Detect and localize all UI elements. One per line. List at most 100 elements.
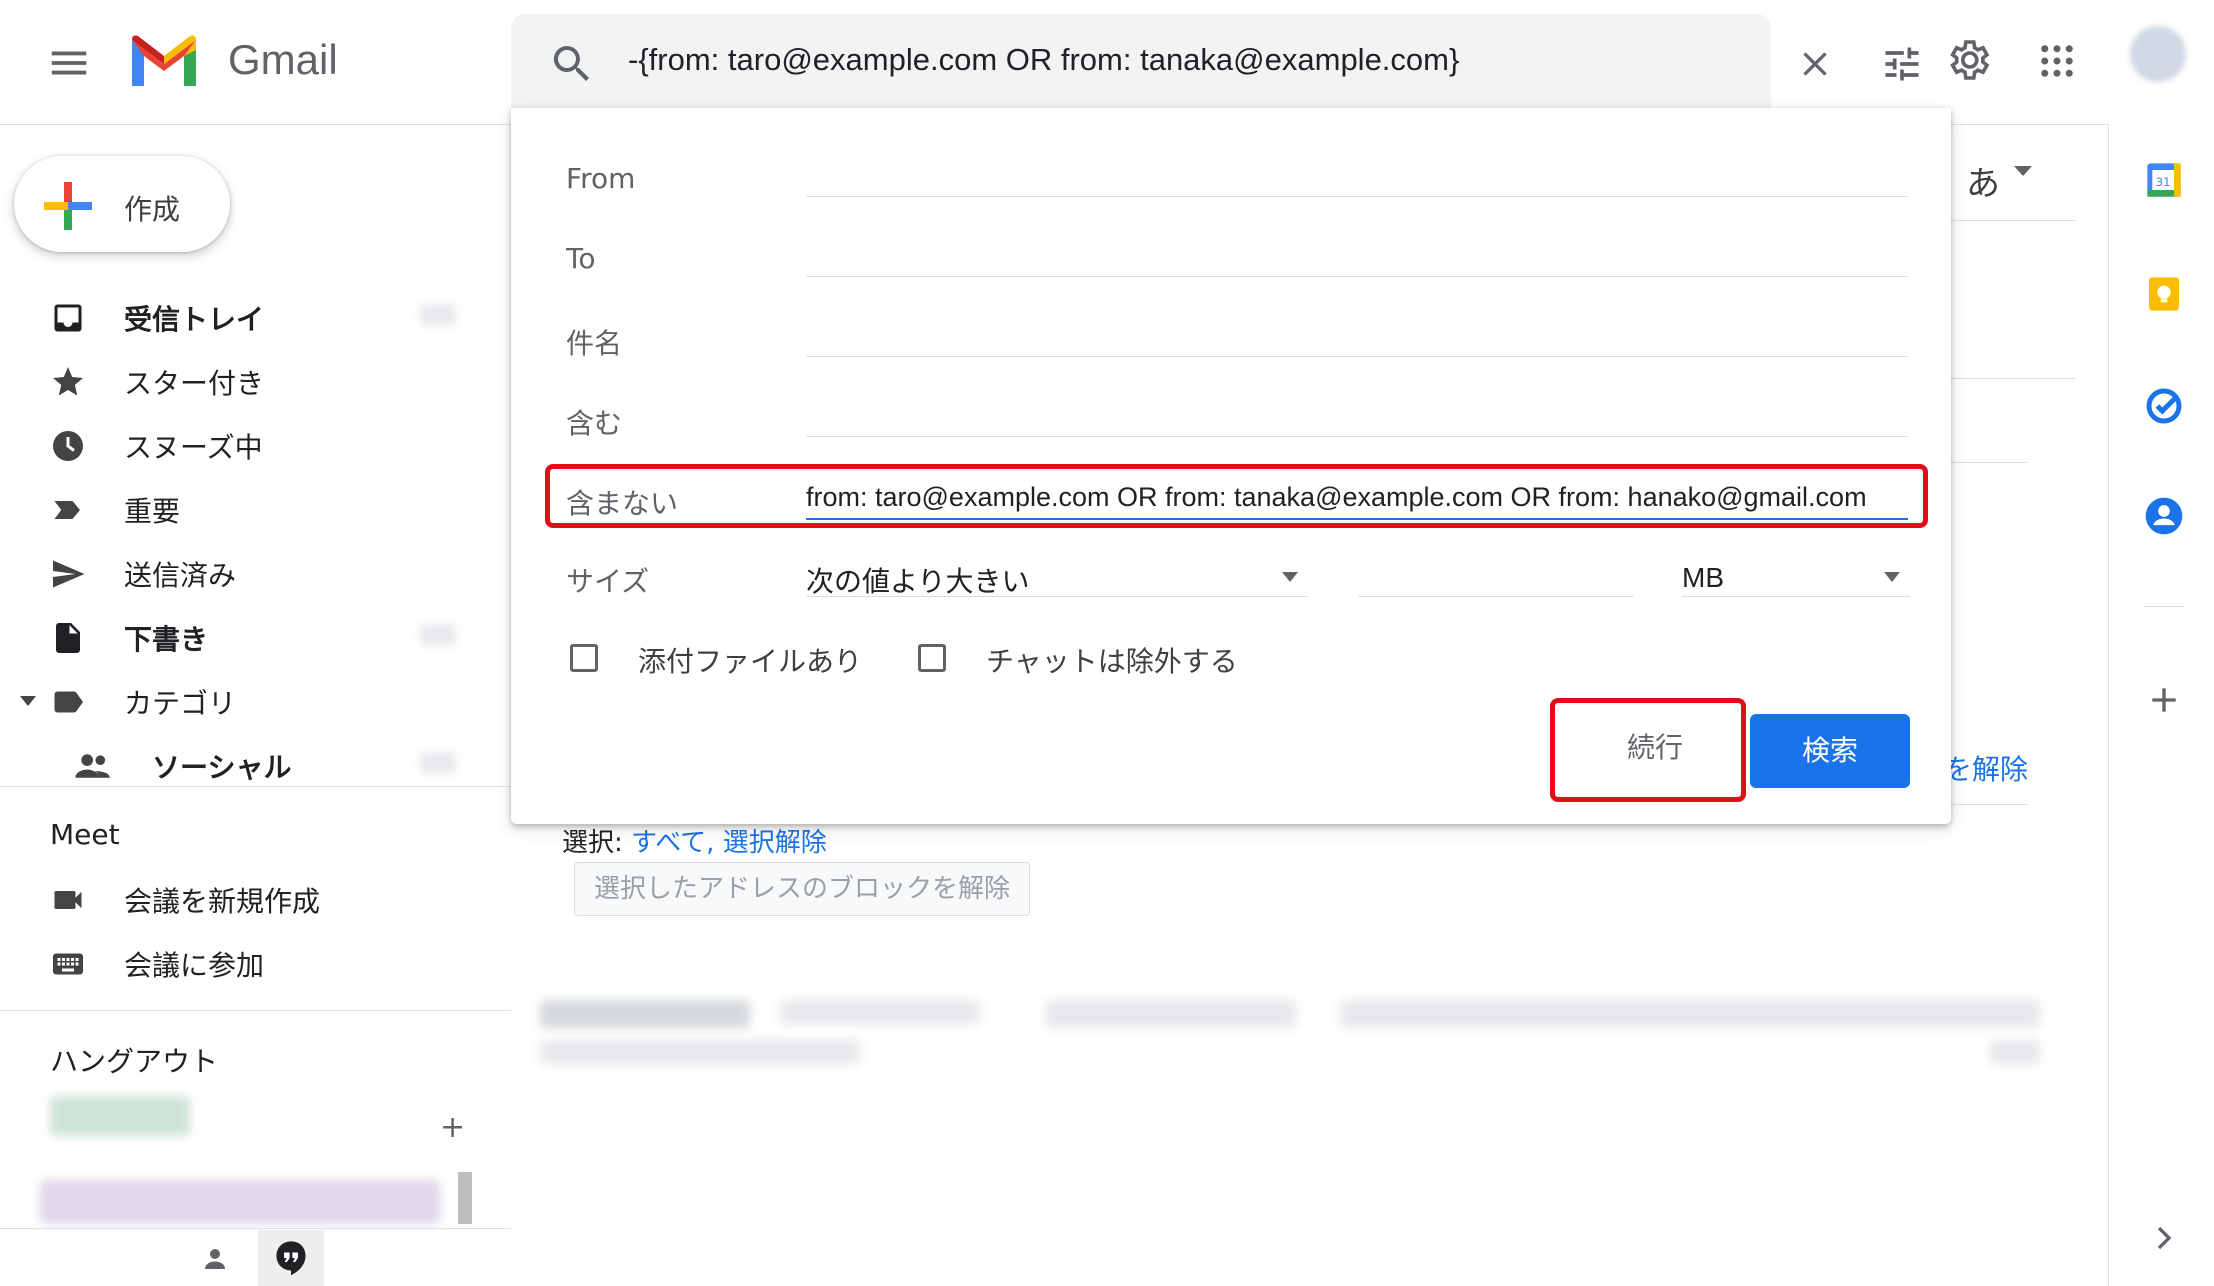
contacts-icon[interactable]: [2144, 496, 2184, 536]
side-panel-divider: [2144, 606, 2184, 607]
size-value-input[interactable]: [1358, 596, 1634, 597]
size-unit-select[interactable]: MB: [1682, 562, 1724, 594]
sidebar-item-label: ソーシャル: [152, 751, 292, 784]
sidebar-item-categories[interactable]: カテゴリ: [0, 670, 500, 730]
from-input[interactable]: [806, 196, 1908, 197]
sidebar-item-join-meeting[interactable]: 会議に参加: [0, 932, 500, 992]
select-all-link[interactable]: すべて, 選択解除: [631, 828, 827, 858]
add-addon-plus-icon[interactable]: [2144, 680, 2184, 720]
blocked-address-row: [1046, 1000, 1296, 1028]
sidebar-item-label: スター付き: [124, 367, 265, 400]
video-camera-icon: [50, 882, 86, 918]
blocked-address-row: [1990, 1040, 2040, 1064]
sidebar-item-label: 下書き: [124, 623, 209, 656]
clear-search-icon[interactable]: [1795, 44, 1835, 84]
sidebar-item-label: カテゴリ: [124, 687, 237, 720]
has-attachment-checkbox[interactable]: [570, 644, 598, 672]
meet-section-title: Meet: [50, 818, 120, 851]
hangouts-contact[interactable]: [50, 1096, 190, 1136]
to-label: To: [566, 242, 596, 275]
sidebar-item-label: 送信済み: [124, 559, 237, 592]
sidebar-item-label: 会議に参加: [124, 949, 265, 982]
label-icon: [50, 684, 86, 720]
input-tools-button[interactable]: あ: [1966, 156, 2000, 205]
subject-input[interactable]: [806, 356, 1908, 357]
selection-row: 選択: すべて, 選択解除: [562, 822, 827, 859]
people-icon: [74, 748, 110, 784]
settings-gear-icon[interactable]: [1944, 36, 1992, 84]
inbox-icon: [50, 300, 86, 336]
expand-caret-icon[interactable]: [20, 696, 36, 706]
sidebar-item-starred[interactable]: スター付き: [0, 350, 500, 410]
draft-count: [420, 624, 456, 646]
sidebar-item-label: 受信トレイ: [124, 303, 265, 336]
select-prefix: 選択:: [562, 828, 632, 858]
exclude-chats-checkbox[interactable]: [918, 644, 946, 672]
sidebar-item-label: スヌーズ中: [124, 431, 263, 464]
content-divider: [1950, 462, 2028, 463]
hangouts-quote-icon: [274, 1240, 308, 1276]
sidebar-divider: [0, 1228, 511, 1229]
sidebar-item-label: 会議を新規作成: [124, 885, 321, 918]
social-count: [420, 752, 456, 774]
sidebar-item-new-meeting[interactable]: 会議を新規作成: [0, 868, 500, 928]
size-operator-select[interactable]: 次の値より大きい: [806, 560, 1029, 600]
size-unit-underline: [1682, 596, 1910, 597]
unblock-link[interactable]: を解除: [1944, 748, 2028, 788]
search-button[interactable]: 検索: [1750, 714, 1910, 788]
chevron-down-icon: [1280, 572, 1300, 584]
sidebar-item-snoozed[interactable]: スヌーズ中: [0, 414, 500, 474]
keep-icon[interactable]: [2144, 274, 2184, 314]
blocked-address-row: [540, 1040, 860, 1064]
size-label: サイズ: [566, 565, 650, 598]
to-input[interactable]: [806, 276, 1908, 277]
search-icon[interactable]: [548, 40, 596, 88]
sidebar-item-drafts[interactable]: 下書き: [0, 606, 500, 666]
search-options-icon[interactable]: [1880, 42, 1924, 86]
search-input[interactable]: -{from: taro@example.com OR from: tanaka…: [628, 42, 1459, 78]
important-label-icon: [50, 492, 86, 528]
gmail-logo-text: Gmail: [228, 36, 338, 83]
hangouts-contact[interactable]: [40, 1180, 440, 1224]
gmail-logo-icon[interactable]: [126, 30, 202, 90]
unread-count: [420, 304, 456, 326]
content-divider: [1950, 378, 2076, 379]
hangouts-tab[interactable]: [258, 1230, 324, 1286]
continue-button-highlight: [1550, 698, 1746, 802]
sidebar-item-social[interactable]: ソーシャル: [0, 734, 500, 794]
contacts-person-icon[interactable]: [200, 1244, 230, 1274]
exclude-chats-label: チャットは除外する: [986, 645, 1238, 678]
has-words-input[interactable]: [806, 436, 1908, 437]
sidebar-item-label: 重要: [124, 495, 181, 528]
from-label: From: [566, 162, 636, 195]
keyboard-icon: [50, 946, 86, 982]
blocked-address-row: [780, 1000, 980, 1024]
tasks-icon[interactable]: [2144, 386, 2184, 426]
main-menu-icon[interactable]: [46, 40, 92, 86]
account-avatar[interactable]: [2130, 26, 2186, 82]
sidebar-item-sent[interactable]: 送信済み: [0, 542, 500, 602]
sidebar-item-inbox[interactable]: 受信トレイ: [0, 286, 500, 346]
blocked-address-row: [1340, 1000, 2040, 1028]
sidebar-item-important[interactable]: 重要: [0, 478, 500, 538]
hangouts-section-title: ハングアウト: [50, 1045, 219, 1078]
hangouts-add-icon[interactable]: +: [440, 1110, 465, 1145]
content-divider: [1950, 804, 2028, 805]
blocked-address-row: [540, 1000, 750, 1028]
size-operator-underline: [806, 596, 1308, 597]
star-icon: [50, 364, 86, 400]
sidebar-divider: [0, 786, 511, 787]
svg-text:31: 31: [2156, 175, 2171, 189]
chevron-right-icon[interactable]: [2144, 1218, 2184, 1258]
hangouts-scrollbar[interactable]: [458, 1172, 472, 1224]
sidebar-divider: [0, 1010, 511, 1011]
subject-label: 件名: [566, 327, 623, 360]
calendar-icon[interactable]: 31: [2144, 160, 2184, 200]
unblock-selected-button[interactable]: 選択したアドレスのブロックを解除: [574, 862, 1030, 916]
compose-label: 作成: [124, 193, 181, 226]
content-divider: [1950, 220, 2076, 221]
draft-file-icon: [50, 620, 86, 656]
compose-plus-icon: [42, 180, 94, 232]
google-apps-icon[interactable]: [2036, 40, 2078, 82]
chevron-down-icon: [1882, 572, 1902, 584]
